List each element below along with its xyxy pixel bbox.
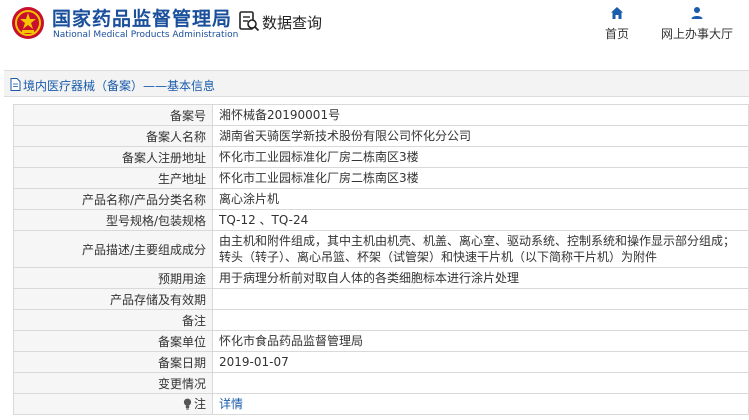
site-header: 国家药品监督管理局 National Medical Products Admi…: [0, 0, 749, 58]
table-row: 备案人名称 湖南省天骑医学新技术股份有限公司怀化分公司: [13, 125, 749, 147]
table-row: 变更情况: [13, 372, 749, 394]
data-query-icon: [239, 11, 260, 32]
field-label: 备案号: [13, 104, 213, 126]
table-row: 预期用途 用于病理分析前对取自人体的各类细胞标本进行涂片处理: [13, 267, 749, 289]
org-name-en: National Medical Products Administration: [53, 30, 239, 40]
note-label-text: 注: [193, 397, 206, 412]
field-value: 怀化市食品药品监督管理局: [212, 330, 749, 352]
breadcrumb-text[interactable]: 境内医疗器械（备案）——基本信息: [23, 77, 215, 94]
field-label: 备注: [13, 309, 213, 331]
table-row: 备案日期 2019-01-07: [13, 351, 749, 373]
field-value: 湖南省天骑医学新技术股份有限公司怀化分公司: [212, 125, 749, 147]
user-icon: [691, 7, 703, 19]
field-label: 产品描述/主要组成成分: [13, 230, 213, 268]
home-icon: [611, 7, 623, 19]
field-label: 型号规格/包装规格: [13, 209, 213, 231]
table-row-note: 注 详情: [13, 393, 749, 415]
document-icon: [10, 78, 21, 91]
field-value: 离心涂片机: [212, 188, 749, 210]
field-label: 备案单位: [13, 330, 213, 352]
breadcrumb: 境内医疗器械（备案）——基本信息: [4, 70, 749, 97]
org-name-cn: 国家药品监督管理局: [52, 8, 233, 30]
nav-online-hall[interactable]: 网上办事大厅: [650, 6, 744, 42]
field-label: 预期用途: [13, 267, 213, 289]
field-value: TQ-12 、TQ-24: [212, 209, 749, 231]
nav-online-hall-label: 网上办事大厅: [660, 27, 733, 41]
table-row: 生产地址 怀化市工业园标准化厂房二栋南区3楼: [13, 167, 749, 189]
field-value: 用于病理分析前对取自人体的各类细胞标本进行涂片处理: [212, 267, 749, 289]
field-label: 产品名称/产品分类名称: [13, 188, 213, 210]
table-row: 型号规格/包装规格 TQ-12 、TQ-24: [13, 209, 749, 231]
field-value: 2019-01-07: [212, 351, 749, 373]
field-value: 由主机和附件组成，其中主机由机壳、机盖、离心室、驱动系统、控制系统和操作显示部分…: [212, 230, 749, 268]
note-label-cell: 注: [13, 393, 213, 415]
table-row: 产品名称/产品分类名称 离心涂片机: [13, 188, 749, 210]
field-label: 生产地址: [13, 167, 213, 189]
table-row: 备注: [13, 309, 749, 331]
nav-home[interactable]: 首页: [598, 6, 636, 42]
field-label: 变更情况: [13, 372, 213, 394]
field-value: [212, 372, 749, 394]
lightbulb-icon: [183, 398, 192, 410]
record-detail-table: 备案号 湘怀械备20190001号 备案人名称 湖南省天骑医学新技术股份有限公司…: [13, 104, 749, 415]
data-query-label[interactable]: 数据查询: [262, 12, 322, 33]
table-row: 产品存储及有效期: [13, 288, 749, 310]
nav-home-label: 首页: [604, 27, 629, 41]
field-label: 产品存储及有效期: [13, 288, 213, 310]
table-row: 备案号 湘怀械备20190001号: [13, 104, 749, 126]
field-value: 详情: [212, 393, 749, 415]
field-label: 备案人名称: [13, 125, 213, 147]
table-row: 备案单位 怀化市食品药品监督管理局: [13, 330, 749, 352]
table-row: 产品描述/主要组成成分 由主机和附件组成，其中主机由机壳、机盖、离心室、驱动系统…: [13, 230, 749, 268]
national-emblem-icon: [12, 7, 44, 39]
field-value: [212, 288, 749, 310]
field-label: 备案日期: [13, 351, 213, 373]
field-value: 怀化市工业园标准化厂房二栋南区3楼: [212, 167, 749, 189]
field-value: [212, 309, 749, 331]
details-link[interactable]: 详情: [219, 397, 243, 411]
note-label: 注: [183, 395, 206, 412]
table-row: 备案人注册地址 怀化市工业园标准化厂房二栋南区3楼: [13, 146, 749, 168]
field-label: 备案人注册地址: [13, 146, 213, 168]
field-value: 湘怀械备20190001号: [212, 104, 749, 126]
field-value: 怀化市工业园标准化厂房二栋南区3楼: [212, 146, 749, 168]
